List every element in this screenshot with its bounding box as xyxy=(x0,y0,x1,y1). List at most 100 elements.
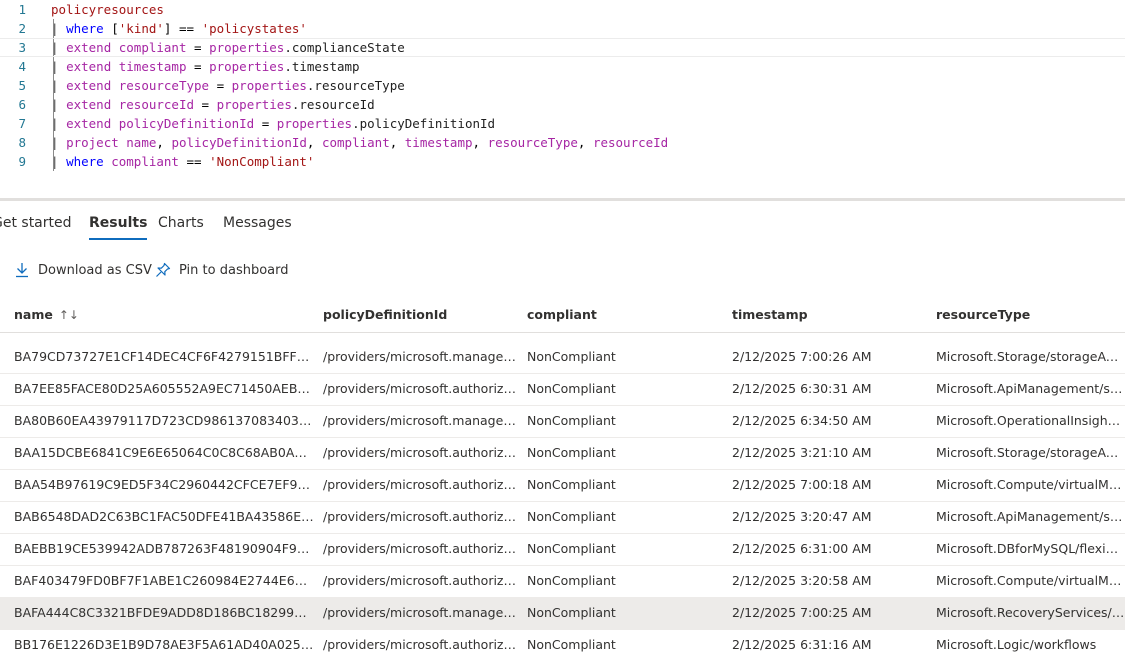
code-text: | where ['kind'] == 'policystates' xyxy=(51,19,307,38)
line-number: 5 xyxy=(18,78,26,93)
column-header-policydefinitionid[interactable]: policyDefinitionId xyxy=(323,307,447,322)
cell-compliant: NonCompliant xyxy=(527,349,616,364)
line-number: 3 xyxy=(18,40,26,55)
table-row[interactable]: BA80B60EA43979117D723CD986137083403DE485… xyxy=(0,406,1125,438)
code-text: | where compliant == 'NonCompliant' xyxy=(51,152,314,171)
code-line[interactable]: 2 | where ['kind'] == 'policystates' xyxy=(0,19,1125,38)
cell-timestamp: 2/12/2025 6:34:50 AM xyxy=(732,413,872,428)
code-token: properties xyxy=(209,40,285,55)
cell-policydefinitionid: /providers/microsoft.authorizati... xyxy=(323,541,520,556)
code-token: [ xyxy=(103,21,119,36)
code-line[interactable]: 9 | where compliant == 'NonCompliant' xyxy=(0,152,1125,171)
code-token: where xyxy=(66,21,104,36)
cell-resourcetype: Microsoft.OperationalInsights/w... xyxy=(936,413,1125,428)
code-token: .resourceId xyxy=(291,97,375,112)
code-token: = xyxy=(186,40,210,55)
code-token: ] == xyxy=(163,21,202,36)
table-row[interactable]: BB176E1226D3E1B9D78AE3F5A61AD40A025171D.… xyxy=(0,630,1125,661)
code-token: where xyxy=(66,154,104,169)
tab-charts[interactable]: Charts xyxy=(158,215,204,231)
code-token: .policyDefinitionId xyxy=(352,116,496,131)
code-token: | xyxy=(51,21,67,36)
cell-name: BAA54B97619C9ED5F34C2960442CFCE7EF9C5266… xyxy=(14,477,314,492)
cell-compliant: NonCompliant xyxy=(527,541,616,556)
cell-name: BAB6548DAD2C63BC1FAC50DFE41BA43586E88AD.… xyxy=(14,509,314,524)
query-editor[interactable]: 1 policyresources 2 | where ['kind'] == 'po… xyxy=(0,0,1125,196)
code-token: | xyxy=(51,154,67,169)
tab-results[interactable]: Results xyxy=(89,215,148,240)
line-number: 7 xyxy=(18,116,26,131)
cell-compliant: NonCompliant xyxy=(527,605,616,620)
cell-name: BAF403479FD0BF7F1ABE1C260984E2744E63ED10… xyxy=(14,573,314,588)
code-text: | extend timestamp = properties.timestam… xyxy=(51,57,360,76)
column-header-name-label: name xyxy=(14,307,53,322)
code-token: , xyxy=(306,135,322,150)
code-token: policyDefinitionId xyxy=(171,135,307,150)
table-row[interactable]: BAFA444C8C3321BFDE9ADD8D186BC18299B7939.… xyxy=(0,598,1125,630)
code-token: | xyxy=(51,97,67,112)
code-line[interactable]: 7 | extend policyDefinitionId = propertie… xyxy=(0,114,1125,133)
cell-compliant: NonCompliant xyxy=(527,381,616,396)
code-line[interactable]: 3 | extend compliant = properties.complia… xyxy=(0,38,1125,57)
cell-policydefinitionid: /providers/microsoft.authorizati... xyxy=(323,445,520,460)
code-token: name xyxy=(118,135,157,150)
code-text: policyresources xyxy=(51,0,164,19)
code-token: , xyxy=(472,135,488,150)
code-token: properties xyxy=(231,78,307,93)
cell-policydefinitionid: /providers/microsoft.authorizati... xyxy=(323,381,520,396)
code-token: resourceId xyxy=(111,97,195,112)
cell-compliant: NonCompliant xyxy=(527,573,616,588)
code-token: = xyxy=(254,116,277,131)
cell-timestamp: 2/12/2025 3:20:47 AM xyxy=(732,509,872,524)
code-token: 'NonCompliant' xyxy=(209,154,315,169)
code-token: properties xyxy=(216,97,292,112)
table-row[interactable]: BA7EE85FACE80D25A605552A9EC71450AEB28230… xyxy=(0,374,1125,406)
code-text: | project name, policyDefinitionId, comp… xyxy=(51,133,668,152)
cell-timestamp: 2/12/2025 3:21:10 AM xyxy=(732,445,872,460)
code-line[interactable]: 6 | extend resourceId = properties.resour… xyxy=(0,95,1125,114)
grid-header: name ↑↓ policyDefinitionId compliant time… xyxy=(0,296,1125,333)
pin-to-dashboard-button[interactable]: Pin to dashboard xyxy=(155,262,289,278)
code-line[interactable]: 4 | extend timestamp = properties.timesta… xyxy=(0,57,1125,76)
tab-get-started[interactable]: Get started xyxy=(0,215,72,231)
cell-compliant: NonCompliant xyxy=(527,637,616,652)
cell-resourcetype: Microsoft.RecoveryServices/vault xyxy=(936,605,1125,620)
download-csv-button[interactable]: Download as CSV xyxy=(14,262,152,278)
column-header-name[interactable]: name ↑↓ xyxy=(14,307,79,322)
code-token: resourceType xyxy=(487,135,578,150)
code-token: | xyxy=(51,40,67,55)
cell-resourcetype: Microsoft.ApiManagement/servi... xyxy=(936,381,1125,396)
pane-splitter[interactable] xyxy=(0,198,1125,201)
table-row[interactable]: BAEBB19CE539942ADB787263F48190904F9699E3… xyxy=(0,534,1125,566)
code-token: resourceType xyxy=(111,78,210,93)
cell-policydefinitionid: /providers/microsoft.manageme... xyxy=(323,413,520,428)
cell-name: BAA15DCBE6841C9E6E65064C0C8C68AB0A023C9.… xyxy=(14,445,314,460)
code-token: 'policystates' xyxy=(201,21,307,36)
column-header-resourcetype[interactable]: resourceType xyxy=(936,307,1030,322)
code-line[interactable]: 5 | extend resourceType = properties.reso… xyxy=(0,76,1125,95)
table-row[interactable]: BAA15DCBE6841C9E6E65064C0C8C68AB0A023C9.… xyxy=(0,438,1125,470)
sort-icon[interactable]: ↑↓ xyxy=(59,308,79,322)
code-line[interactable]: 8 | project name, policyDefinitionId, com… xyxy=(0,133,1125,152)
code-token: policyresources xyxy=(51,2,164,17)
column-header-compliant[interactable]: compliant xyxy=(527,307,597,322)
table-row[interactable]: BA79CD73727E1CF14DEC4CF6F4279151BFF71F57… xyxy=(0,342,1125,374)
code-token: timestamp xyxy=(111,59,187,74)
results-tabs: Get started Results Charts Messages xyxy=(0,207,1125,241)
code-token: 'kind' xyxy=(118,21,164,36)
cell-timestamp: 2/12/2025 3:20:58 AM xyxy=(732,573,872,588)
column-header-timestamp[interactable]: timestamp xyxy=(732,307,808,322)
code-token: extend xyxy=(66,59,112,74)
pin-to-dashboard-label: Pin to dashboard xyxy=(179,262,289,278)
table-row[interactable]: BAA54B97619C9ED5F34C2960442CFCE7EF9C5266… xyxy=(0,470,1125,502)
table-row[interactable]: BAB6548DAD2C63BC1FAC50DFE41BA43586E88AD.… xyxy=(0,502,1125,534)
results-toolbar: Download as CSV Pin to dashboard xyxy=(0,258,1125,284)
code-token: policyDefinitionId xyxy=(111,116,255,131)
code-token: extend xyxy=(66,116,112,131)
code-line[interactable]: 1 policyresources xyxy=(0,0,1125,19)
tab-messages[interactable]: Messages xyxy=(223,215,292,231)
code-token: compliant xyxy=(103,154,179,169)
table-row[interactable]: BAF403479FD0BF7F1ABE1C260984E2744E63ED10… xyxy=(0,566,1125,598)
cell-name: BAFA444C8C3321BFDE9ADD8D186BC18299B7939.… xyxy=(14,605,314,620)
cell-compliant: NonCompliant xyxy=(527,413,616,428)
